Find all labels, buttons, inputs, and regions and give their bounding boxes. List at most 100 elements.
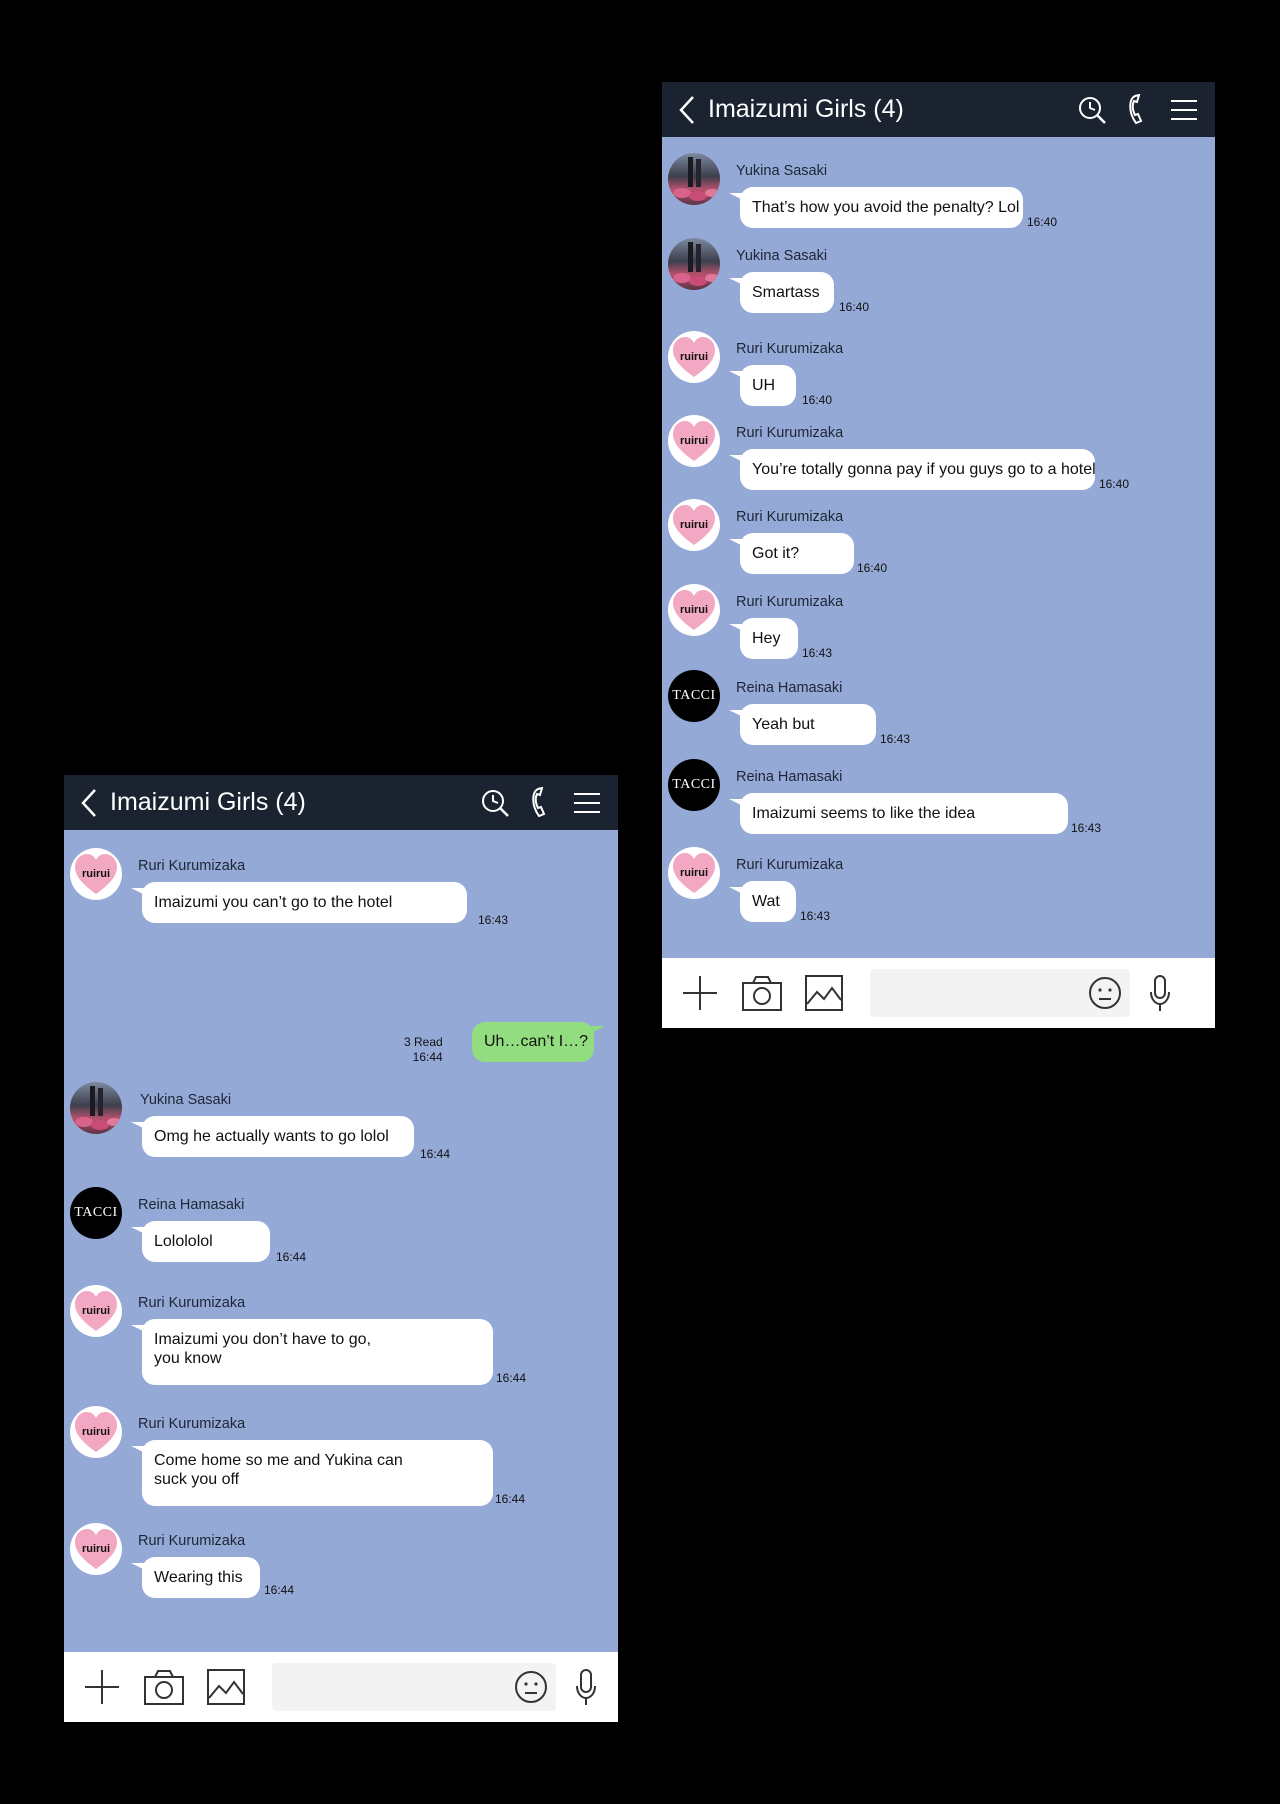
input-bar <box>64 1652 618 1722</box>
avatar-ruri[interactable]: ruirui <box>70 848 122 900</box>
avatar-label: ruirui <box>82 1305 110 1317</box>
avatar-label: TACCI <box>672 777 716 792</box>
message-item: ruirui Ruri Kurumizaka Wearing this 16:4… <box>64 1523 618 1598</box>
phone-icon[interactable] <box>520 782 562 824</box>
phone-icon[interactable] <box>1117 89 1159 131</box>
camera-icon[interactable] <box>738 969 786 1017</box>
sender-name: Ruri Kurumizaka <box>138 1533 246 1549</box>
read-count: 3 Read <box>404 1035 443 1049</box>
message-time: 16:44 <box>276 1250 307 1264</box>
message-time: 16:44 <box>496 1371 527 1385</box>
menu-icon[interactable] <box>1163 89 1205 131</box>
camera-icon[interactable] <box>140 1663 188 1711</box>
message-time: 16:44 <box>264 1583 295 1597</box>
message-line: Imaizumi you don’t have to go, <box>154 1331 372 1348</box>
message-bubble[interactable]: UH <box>729 365 796 406</box>
chat-header: Imaizumi Girls (4) <box>64 775 618 830</box>
message-item: TACCI Reina Hamasaki Imaizumi seems to l… <box>662 759 1215 835</box>
avatar-ruri[interactable]: ruirui <box>668 331 720 383</box>
message-time: 16:40 <box>1027 215 1058 229</box>
back-icon[interactable] <box>74 783 104 823</box>
message-bubble[interactable]: Wat <box>729 881 796 922</box>
message-bubble[interactable]: Got it? <box>729 533 854 574</box>
avatar-label: ruirui <box>680 604 708 616</box>
avatar-label: ruirui <box>680 435 708 447</box>
sender-name: Ruri Kurumizaka <box>736 425 844 441</box>
sender-name: Reina Hamasaki <box>736 680 843 696</box>
avatar-yukina[interactable] <box>668 153 720 205</box>
message-bubble[interactable]: Yeah but <box>729 704 876 745</box>
mic-icon[interactable] <box>1136 969 1184 1017</box>
plus-icon[interactable] <box>78 1663 126 1711</box>
message-input[interactable] <box>870 969 1130 1017</box>
avatar-reina[interactable]: TACCI <box>668 670 720 722</box>
message-bubble[interactable]: Imaizumi you don’t have to go, you know <box>131 1319 493 1385</box>
sent-time: 16:44 <box>412 1050 443 1064</box>
message-time: 16:40 <box>802 393 833 407</box>
search-clock-icon[interactable] <box>474 782 516 824</box>
sent-message-bubble[interactable]: Uh…can’t I…? <box>472 1022 605 1062</box>
sender-name: Reina Hamasaki <box>138 1197 245 1213</box>
message-bubble[interactable]: Hey <box>729 618 798 659</box>
message-bubble[interactable]: Omg he actually wants to go lolol <box>131 1116 414 1157</box>
avatar-label: ruirui <box>82 1543 110 1555</box>
message-time: 16:43 <box>800 909 831 923</box>
message-line: Come home so me and Yukina can <box>154 1452 403 1469</box>
sender-name: Ruri Kurumizaka <box>138 1295 246 1311</box>
plus-icon[interactable] <box>676 969 724 1017</box>
message-time: 16:43 <box>478 913 509 927</box>
avatar-ruri[interactable]: ruirui <box>70 1406 122 1458</box>
message-bubble[interactable]: Imaizumi seems to like the idea <box>729 793 1068 834</box>
avatar-ruri[interactable]: ruirui <box>668 415 720 467</box>
chat-screen-right: Imaizumi Girls (4) Yukina Sasaki That’s … <box>662 82 1215 1028</box>
message-time: 16:40 <box>839 300 870 314</box>
message-item: ruirui Ruri Kurumizaka Imaizumi you don’… <box>64 1285 618 1385</box>
message-line: suck you off <box>154 1471 240 1488</box>
message-item: ruirui Ruri Kurumizaka Got it? 16:40 <box>662 499 1215 575</box>
sender-name: Yukina Sasaki <box>140 1092 232 1108</box>
message-item: ruirui Ruri Kurumizaka Come home so me a… <box>64 1406 618 1506</box>
sender-name: Ruri Kurumizaka <box>736 341 844 357</box>
avatar-reina[interactable]: TACCI <box>70 1187 122 1239</box>
avatar-ruri[interactable]: ruirui <box>668 499 720 551</box>
avatar-ruri[interactable]: ruirui <box>668 847 720 899</box>
sender-name: Reina Hamasaki <box>736 769 843 785</box>
avatar-label: TACCI <box>672 688 716 703</box>
avatar-yukina[interactable] <box>70 1082 122 1134</box>
message-item: Yukina Sasaki That’s how you avoid the p… <box>662 153 1215 229</box>
message-bubble[interactable]: That’s how you avoid the penalty? Lol <box>729 187 1023 228</box>
avatar-label: ruirui <box>82 1426 110 1438</box>
image-icon[interactable] <box>202 1663 250 1711</box>
menu-icon[interactable] <box>566 782 608 824</box>
message-time: 16:44 <box>495 1492 526 1506</box>
search-clock-icon[interactable] <box>1071 89 1113 131</box>
avatar-ruri[interactable]: ruirui <box>70 1285 122 1337</box>
chat-title: Imaizumi Girls (4) <box>708 95 904 123</box>
image-icon[interactable] <box>800 969 848 1017</box>
avatar-reina[interactable]: TACCI <box>668 759 720 811</box>
message-bubble[interactable]: Smartass <box>729 272 834 313</box>
emoji-icon[interactable] <box>1088 976 1122 1014</box>
message-bubble[interactable]: You’re totally gonna pay if you guys go … <box>729 449 1096 490</box>
message-time: 16:40 <box>1099 477 1130 491</box>
avatar-label: ruirui <box>680 351 708 363</box>
message-time: 16:43 <box>1071 821 1102 835</box>
message-bubble[interactable]: Lolololol <box>131 1221 270 1262</box>
avatar-label: ruirui <box>680 519 708 531</box>
message-item: Yukina Sasaki Smartass 16:40 <box>662 238 1215 314</box>
avatar-ruri[interactable]: ruirui <box>668 584 720 636</box>
message-time: 16:43 <box>880 732 911 746</box>
message-bubble[interactable]: Wearing this <box>131 1557 260 1598</box>
message-item: ruirui Ruri Kurumizaka You’re totally go… <box>662 415 1215 491</box>
message-time: 16:40 <box>857 561 888 575</box>
message-bubble[interactable]: Imaizumi you can’t go to the hotel <box>131 882 467 923</box>
message-item: ruirui Ruri Kurumizaka Imaizumi you can’… <box>64 848 618 927</box>
avatar-yukina[interactable] <box>668 238 720 290</box>
back-icon[interactable] <box>672 90 702 130</box>
message-item: TACCI Reina Hamasaki Yeah but 16:43 <box>662 670 1215 746</box>
message-bubble[interactable]: Come home so me and Yukina can suck you … <box>131 1440 493 1506</box>
avatar-ruri[interactable]: ruirui <box>70 1523 122 1575</box>
message-input[interactable] <box>272 1663 556 1711</box>
mic-icon[interactable] <box>562 1663 610 1711</box>
emoji-icon[interactable] <box>514 1670 548 1708</box>
